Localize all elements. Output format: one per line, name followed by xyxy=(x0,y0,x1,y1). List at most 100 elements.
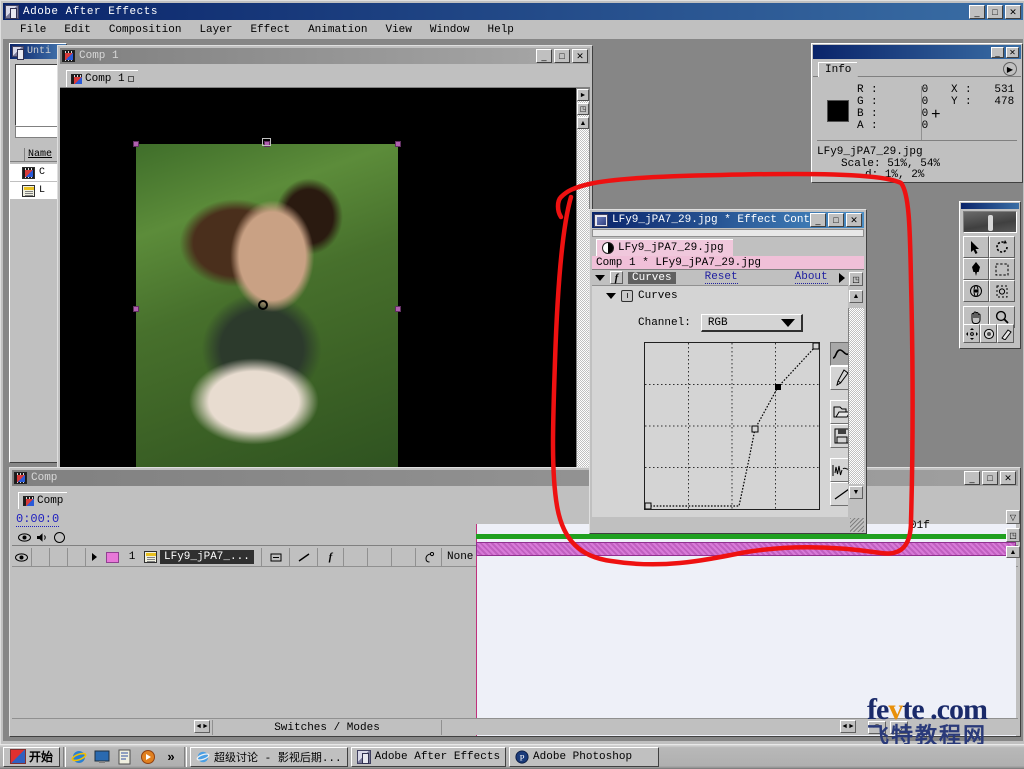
layer-motionblur-switch[interactable] xyxy=(368,547,392,567)
show-desktop-icon[interactable] xyxy=(92,747,112,767)
layer-quality-switch[interactable] xyxy=(262,547,290,567)
timeline-titlebar[interactable]: Comp _ □ ✕ xyxy=(12,470,1018,486)
comp-scroll-up-icon[interactable]: ▲ xyxy=(577,117,589,129)
start-button[interactable]: 开始 xyxy=(3,746,61,767)
tab-effect-controls[interactable]: LFy9_jPA7_29.jpg xyxy=(596,239,742,257)
menu-composition[interactable]: Composition xyxy=(100,23,191,37)
stopwatch-icon[interactable] xyxy=(621,290,633,302)
layer-duration-bar[interactable] xyxy=(476,542,1016,556)
anchor-point-icon[interactable] xyxy=(262,138,271,146)
paint-tool[interactable] xyxy=(980,324,997,343)
layer-frameblend-switch[interactable] xyxy=(344,547,368,567)
timeline-panel-menu-icon[interactable]: ▽ xyxy=(1006,510,1020,524)
switches-modes-toggle[interactable]: Switches / Modes xyxy=(212,720,442,735)
task-button-after-effects[interactable]: Adobe After Effects xyxy=(350,746,507,767)
effect-controls-scrollbar[interactable]: ◳ ▲ ▼ xyxy=(848,270,864,517)
timeline-scroll-up-icon[interactable]: ▲ xyxy=(1006,546,1020,558)
comp-panel-menu-icon[interactable]: ◳ xyxy=(577,103,589,115)
task-button-browser[interactable]: 超级讨论 - 影视后期... xyxy=(190,746,348,767)
rotation-tool[interactable] xyxy=(989,236,1015,258)
chevron-down-icon[interactable] xyxy=(606,293,616,299)
tab-comp-1[interactable]: Comp 1 xyxy=(66,70,147,88)
effect-panel-menu-icon[interactable]: ◳ xyxy=(849,272,863,286)
menu-animation[interactable]: Animation xyxy=(299,23,376,37)
chevron-down-icon[interactable] xyxy=(595,274,605,281)
effect-panel-menu-icon[interactable] xyxy=(838,272,845,283)
info-titlebar[interactable]: _ ✕ xyxy=(813,45,1021,59)
comp-preview-image[interactable] xyxy=(133,138,401,477)
comp-maximize-button[interactable]: □ xyxy=(554,49,570,63)
timeline-options-icon[interactable]: ◳ xyxy=(1006,528,1020,542)
timeline-minimize-button[interactable]: _ xyxy=(964,471,980,485)
brush-tool[interactable] xyxy=(997,324,1014,343)
about-link[interactable]: About xyxy=(794,271,828,284)
transform-handle-mr[interactable] xyxy=(395,306,401,312)
transform-handle-tr[interactable] xyxy=(395,141,401,147)
minimize-button[interactable]: _ xyxy=(969,4,985,19)
comp-titlebar[interactable]: Comp 1 _ □ ✕ xyxy=(60,48,590,64)
orbit-camera-tool[interactable] xyxy=(963,280,989,302)
project-column-name[interactable]: Name xyxy=(24,148,52,161)
transform-handle-tl[interactable] xyxy=(133,141,139,147)
channel-select[interactable]: RGB xyxy=(700,314,803,332)
transform-handle-ml[interactable] xyxy=(133,306,139,312)
rectangle-mask-tool[interactable] xyxy=(989,258,1015,280)
timeline-current-timecode[interactable]: 0:00:0 xyxy=(16,512,60,527)
video-visibility-header-icon[interactable] xyxy=(18,532,31,546)
tools-titlebar[interactable] xyxy=(961,203,1019,209)
layer-solo-toggle[interactable] xyxy=(50,547,68,567)
effect-close-button[interactable]: ✕ xyxy=(846,213,862,227)
layer-color-label[interactable] xyxy=(102,548,122,567)
curves-graph[interactable] xyxy=(644,342,820,510)
menu-window[interactable]: Window xyxy=(421,23,479,37)
notepad-icon[interactable] xyxy=(115,747,135,767)
tab-info[interactable]: Info xyxy=(818,62,866,78)
effect-scroll-down-icon[interactable]: ▼ xyxy=(849,486,863,499)
layer-effects-switch[interactable] xyxy=(290,547,318,567)
internet-explorer-icon[interactable] xyxy=(69,747,89,767)
solo-header-icon[interactable] xyxy=(54,532,65,543)
layer-adjustment-switch[interactable] xyxy=(392,547,416,567)
expand-collapse-toggle[interactable]: ◄► xyxy=(194,720,210,733)
ellipse-mask-tool[interactable] xyxy=(989,280,1015,302)
layer-expand-triangle-icon[interactable] xyxy=(86,548,102,567)
curves-property-group[interactable]: Curves xyxy=(606,290,678,302)
comp-close-button[interactable]: ✕ xyxy=(572,49,588,63)
effect-scroll-track[interactable] xyxy=(848,308,864,484)
info-panel-menu-icon[interactable]: ▶ xyxy=(1003,62,1017,76)
maximize-button[interactable]: □ xyxy=(987,4,1003,19)
media-player-icon[interactable] xyxy=(138,747,158,767)
chevron-more-icon[interactable]: » xyxy=(161,747,181,767)
close-button[interactable]: ✕ xyxy=(1005,4,1021,19)
effect-maximize-button[interactable]: □ xyxy=(828,213,844,227)
layer-lock-toggle[interactable] xyxy=(68,547,86,567)
menu-file[interactable]: File xyxy=(11,23,55,37)
menu-edit[interactable]: Edit xyxy=(55,23,99,37)
timeline-close-button[interactable]: ✕ xyxy=(1000,471,1016,485)
tab-close-square-icon[interactable] xyxy=(127,76,134,82)
info-minimize-button[interactable]: _ xyxy=(991,46,1004,58)
audio-header-icon[interactable] xyxy=(36,532,49,546)
layer-audio-toggle[interactable] xyxy=(32,547,50,567)
layer-fx-switch[interactable]: f xyxy=(318,547,344,567)
selection-tool[interactable] xyxy=(963,236,989,258)
menu-layer[interactable]: Layer xyxy=(190,23,241,37)
effect-resize-grip[interactable] xyxy=(850,518,864,532)
parent-pickwhip-icon[interactable] xyxy=(416,547,442,567)
layer-video-toggle[interactable] xyxy=(12,547,32,567)
timeline-work-area-bar[interactable] xyxy=(476,534,1016,539)
pan-behind-tool[interactable] xyxy=(963,324,980,343)
comp-minimize-button[interactable]: _ xyxy=(536,49,552,63)
scroll-up-arrow-icon[interactable]: ► xyxy=(577,89,589,101)
effect-controls-titlebar[interactable]: LFy9_jPA7_29.jpg * Effect Cont... _ □ ✕ xyxy=(592,212,864,228)
curves-graph-svg[interactable] xyxy=(645,343,819,509)
reset-link[interactable]: Reset xyxy=(704,271,738,284)
info-close-button[interactable]: ✕ xyxy=(1006,46,1019,58)
pen-tool[interactable] xyxy=(963,258,989,280)
menu-view[interactable]: View xyxy=(376,23,420,37)
menu-help[interactable]: Help xyxy=(479,23,523,37)
tab-timeline-comp[interactable]: Comp xyxy=(18,492,77,510)
effect-scroll-up-icon[interactable]: ▲ xyxy=(849,290,863,303)
timeline-maximize-button[interactable]: □ xyxy=(982,471,998,485)
effect-minimize-button[interactable]: _ xyxy=(810,213,826,227)
